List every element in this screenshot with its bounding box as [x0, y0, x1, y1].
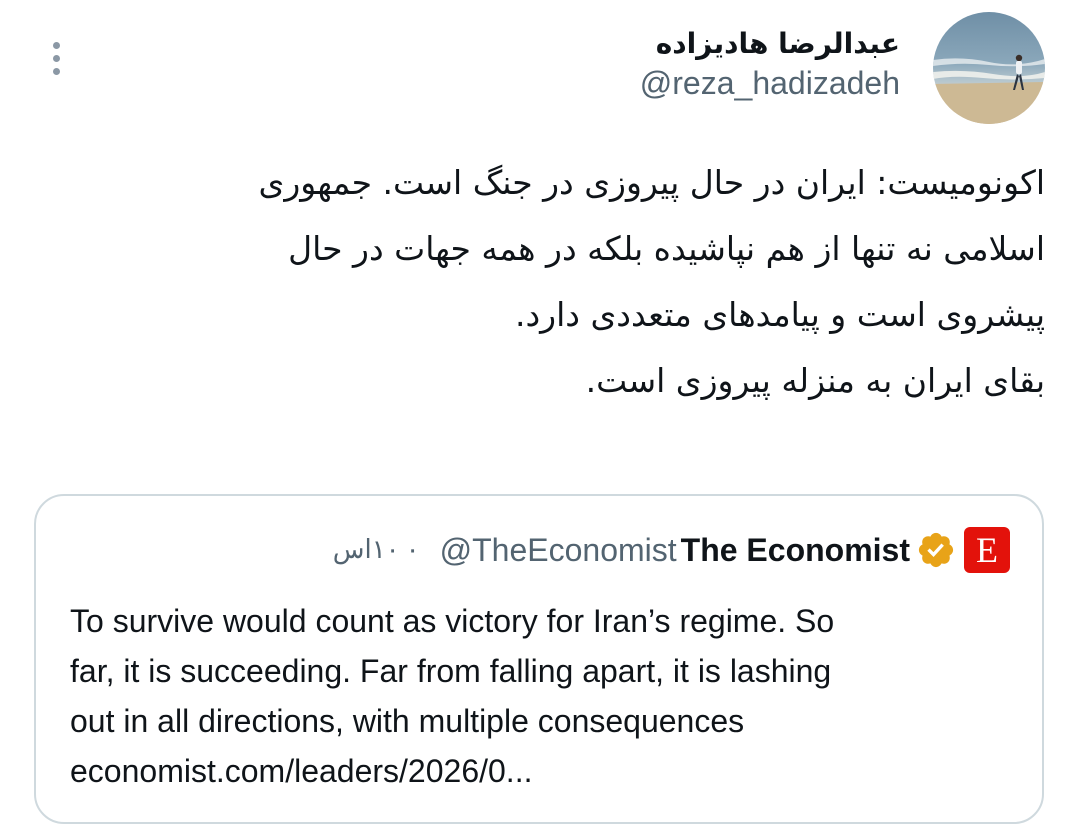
quoted-text-line: far, it is succeeding. Far from falling … — [70, 653, 832, 689]
tweet-text-line: اسلامی نه تنها از هم نپاشیده بلکه در همه… — [288, 229, 1045, 268]
quoted-text-line: To survive would count as victory for Ir… — [70, 603, 835, 639]
separator-dot: · — [407, 533, 418, 566]
more-vertical-icon — [52, 41, 60, 49]
quoted-text-link[interactable]: economist.com/leaders/2026/0... — [70, 746, 1000, 796]
tweet: عبدالرضا هادیزاده @reza_hadizadeh اکونوم… — [0, 0, 1080, 837]
economist-logo[interactable]: E — [964, 527, 1010, 573]
tweet-text: اکونومیست: ایران در حال پیروزی در جنگ اس… — [110, 150, 1046, 414]
avatar[interactable] — [933, 12, 1045, 124]
quoted-author-name[interactable]: The Economist — [681, 532, 910, 569]
quoted-text-line: out in all directions, with multiple con… — [70, 703, 745, 739]
tweet-text-line: اکونومیست: ایران در حال پیروزی در جنگ اس… — [258, 163, 1046, 202]
quoted-tweet-text: To survive would count as victory for Ir… — [70, 596, 1000, 796]
quoted-tweet-card[interactable]: E The Economist @TheEconomist · ۱۰اس To … — [34, 494, 1044, 824]
profile-photo-beach — [933, 12, 1045, 124]
quoted-author-handle[interactable]: @TheEconomist — [440, 532, 677, 569]
tweet-text-line: پیشروی است و پیامدهای متعددی دارد. — [514, 295, 1045, 334]
author-handle[interactable]: @reza_hadizadeh — [640, 64, 900, 102]
quoted-tweet-time[interactable]: ۱۰اس — [333, 535, 400, 565]
more-vertical-icon — [52, 67, 60, 75]
author-display-name[interactable]: عبدالرضا هادیزاده — [640, 24, 900, 64]
tweet-text-line: بقای ایران به منزله پیروزی است. — [585, 361, 1045, 400]
author-info[interactable]: عبدالرضا هادیزاده @reza_hadizadeh — [640, 24, 900, 102]
more-options-button[interactable] — [40, 36, 72, 80]
more-vertical-icon — [52, 54, 60, 62]
verified-badge-icon[interactable] — [916, 530, 956, 570]
quoted-tweet-header: E The Economist @TheEconomist · ۱۰اس — [333, 526, 1010, 574]
